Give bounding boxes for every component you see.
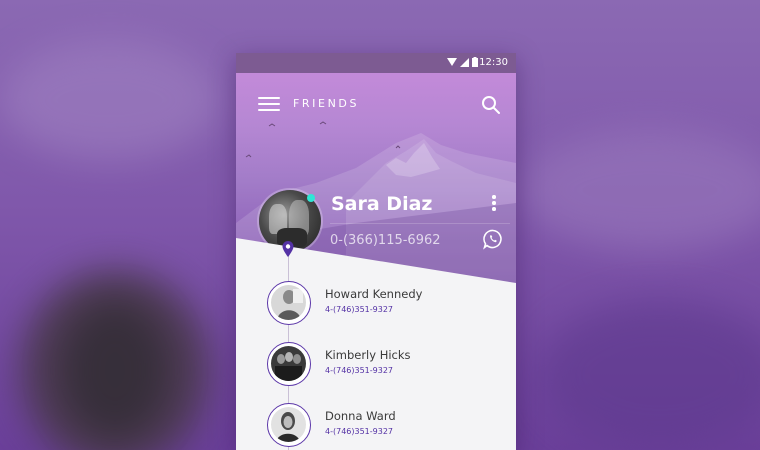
contact-name: Kimberly Hicks bbox=[325, 348, 411, 362]
contact-avatar bbox=[267, 281, 311, 325]
phone-screen: 12:30 FRIENDS Sara Diaz 0-(366)115-6962 … bbox=[236, 53, 516, 450]
location-pin-icon bbox=[282, 241, 294, 257]
contact-phone: 4-(746)351-9327 bbox=[325, 305, 394, 314]
page-title: FRIENDS bbox=[293, 97, 360, 110]
list-item[interactable]: Howard Kennedy 4-(746)351-9327 bbox=[236, 275, 516, 331]
contact-avatar bbox=[267, 403, 311, 447]
list-item[interactable]: Donna Ward 4-(746)351-9327 bbox=[236, 397, 516, 450]
menu-button[interactable] bbox=[258, 97, 280, 113]
profile-divider bbox=[330, 223, 510, 224]
contact-phone: 4-(746)351-9327 bbox=[325, 427, 394, 436]
wifi-icon bbox=[447, 57, 457, 66]
search-button[interactable] bbox=[480, 94, 502, 116]
search-icon bbox=[482, 96, 500, 114]
status-time: 12:30 bbox=[479, 57, 508, 68]
online-indicator bbox=[307, 194, 315, 202]
contact-name: Donna Ward bbox=[325, 409, 396, 423]
contact-name: Howard Kennedy bbox=[325, 287, 423, 301]
status-bar: 12:30 bbox=[236, 53, 516, 73]
signal-icon bbox=[460, 57, 469, 67]
profile-name: Sara Diaz bbox=[331, 193, 433, 215]
birds-decoration bbox=[245, 121, 401, 158]
more-vertical-icon bbox=[491, 195, 497, 211]
more-options-button[interactable] bbox=[491, 195, 497, 213]
contact-phone: 4-(746)351-9327 bbox=[325, 366, 394, 375]
contact-avatar bbox=[267, 342, 311, 386]
list-item[interactable]: Kimberly Hicks 4-(746)351-9327 bbox=[236, 336, 516, 392]
battery-icon bbox=[472, 57, 478, 67]
